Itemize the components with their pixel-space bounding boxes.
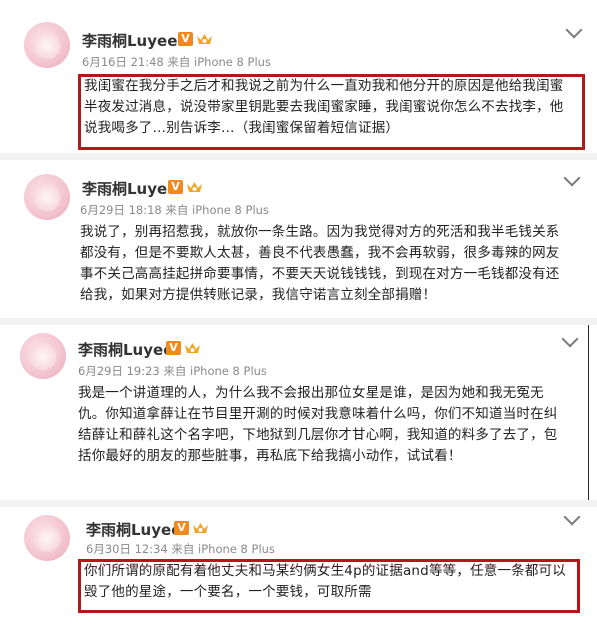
chevron-down-icon[interactable] xyxy=(565,21,583,39)
chevron-down-icon[interactable] xyxy=(563,169,581,187)
post-meta: 6月16日 21:48 来自 iPhone 8 Plus xyxy=(82,55,271,69)
post-text: 我说了，别再招惹我，就放你一条生路。因为我觉得对方的死活和我半毛钱关系 都没有，… xyxy=(80,224,560,303)
post-meta: 6月29日 19:23 来自 iPhone 8 Plus xyxy=(78,364,267,378)
username[interactable]: 李雨桐Luyee xyxy=(82,30,177,51)
post-text: 我是一个讲道理的人，为什么我不会报出那位女星是谁，是因为她和我无冤无 仇。你知道… xyxy=(78,385,558,464)
divider xyxy=(0,153,597,160)
crown-icon xyxy=(193,523,208,533)
chevron-down-icon[interactable] xyxy=(561,330,579,348)
weibo-post: 李雨桐Luyee V 6月16日 21:48 来自 iPhone 8 Plus … xyxy=(0,0,597,150)
divider xyxy=(0,318,597,325)
chevron-down-icon[interactable] xyxy=(563,508,581,526)
verified-badge-icon: V xyxy=(166,341,181,355)
divider-line xyxy=(588,325,589,500)
username[interactable]: 李雨桐Luyee xyxy=(78,339,173,360)
verified-badge-icon: V xyxy=(174,521,189,535)
crown-icon xyxy=(185,343,200,353)
post-text: 你们所谓的原配有着他丈夫和马某约俩女生4p的证据and等等，任意一条都可以 毁了… xyxy=(84,563,566,600)
divider xyxy=(0,500,597,507)
crown-icon xyxy=(187,182,202,192)
avatar[interactable] xyxy=(24,22,70,68)
weibo-post: 李雨桐Luyee V 6月29日 19:23 来自 iPhone 8 Plus … xyxy=(0,325,586,500)
post-meta: 6月30日 12:34 来自 iPhone 8 Plus xyxy=(86,542,275,556)
post-text: 我闺蜜在我分手之后才和我说之前为什么一直劝我和他分开的原因是他给我闺蜜 半夜发过… xyxy=(84,78,564,136)
avatar[interactable] xyxy=(24,515,70,561)
post-meta: 6月29日 18:18 来自 iPhone 8 Plus xyxy=(80,203,269,217)
username[interactable]: 李雨桐Luyee xyxy=(86,519,181,540)
username[interactable]: 李雨桐Luyee xyxy=(82,178,177,199)
avatar[interactable] xyxy=(20,333,66,379)
weibo-post: 李雨桐Luyee V 6月30日 12:34 来自 iPhone 8 Plus … xyxy=(0,507,597,622)
crown-icon xyxy=(197,34,212,44)
verified-badge-icon: V xyxy=(178,32,193,46)
weibo-post: 李雨桐Luyee V 6月29日 18:18 来自 iPhone 8 Plus … xyxy=(0,160,597,320)
verified-badge-icon: V xyxy=(168,180,183,194)
avatar[interactable] xyxy=(24,174,70,220)
